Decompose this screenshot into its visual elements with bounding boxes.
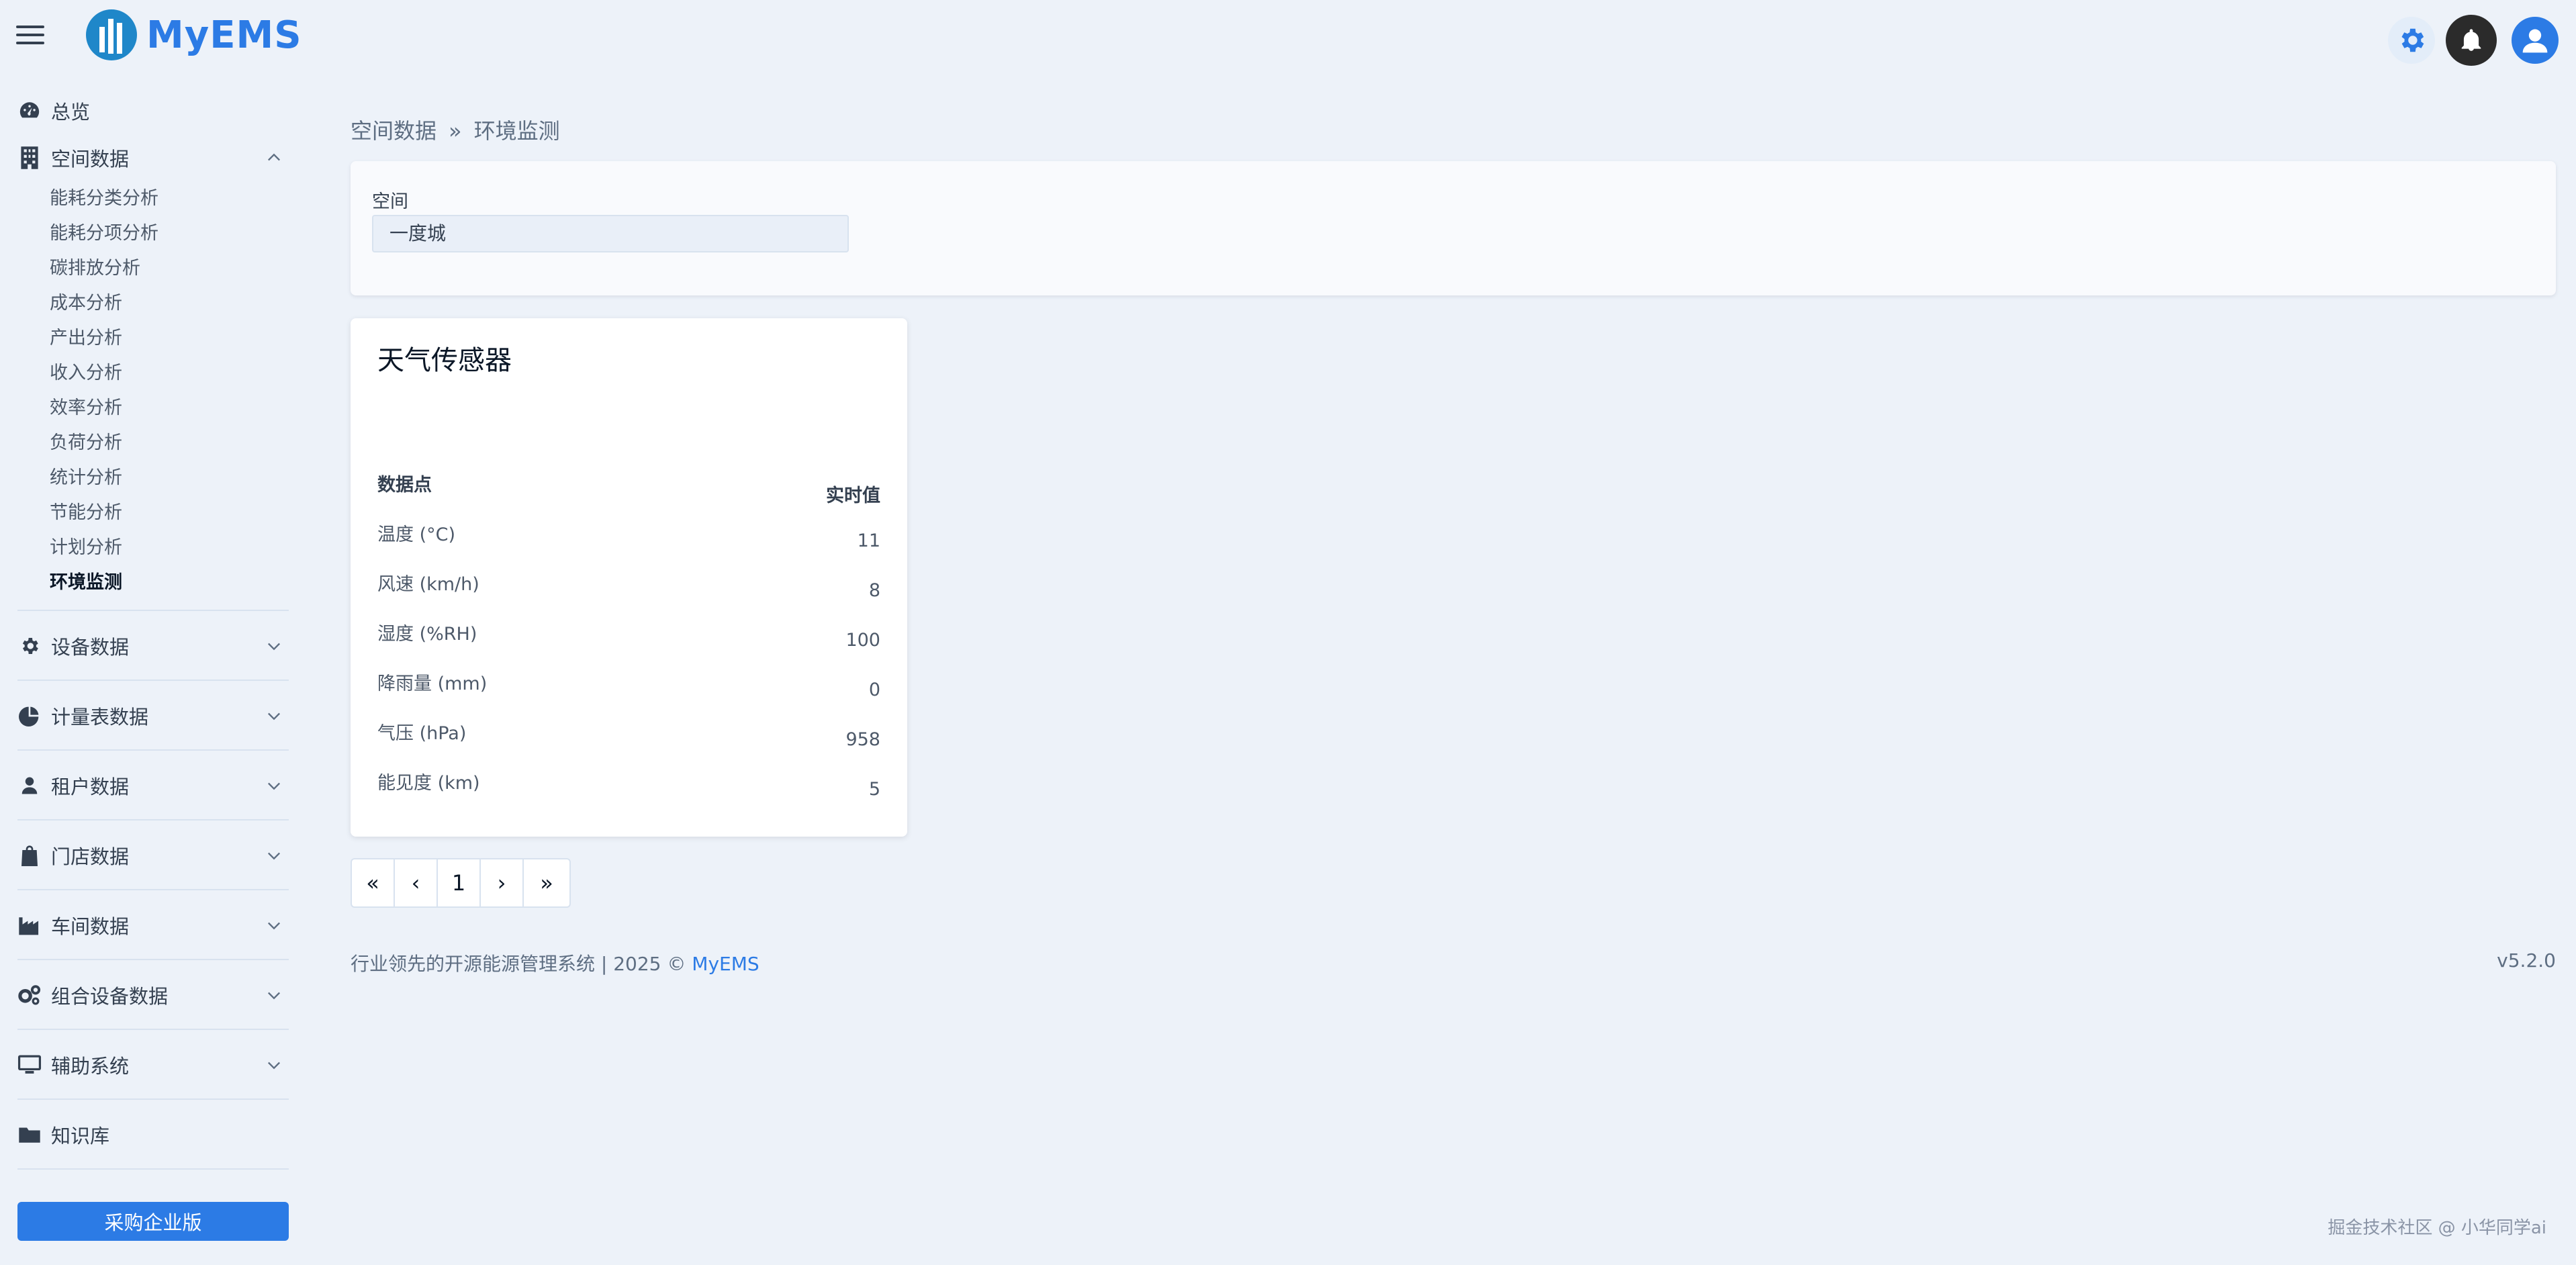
weather-sensor-card: 天气传感器 数据点 实时值 温度 (°C) 11 风速 (km/h) 8 湿度 … xyxy=(351,318,907,837)
sidebar-item-statistics[interactable]: 统计分析 xyxy=(50,461,290,496)
sensor-title: 天气传感器 xyxy=(377,345,512,376)
sidebar: 总览 空间数据 能耗分类分析 能耗分项分析 碳排放分析 成本分析 产出分析 收入… xyxy=(0,87,290,1170)
sidebar-item-cost[interactable]: 成本分析 xyxy=(50,286,290,321)
sidebar-item-environment-monitor[interactable]: 环境监测 xyxy=(50,565,290,600)
chevron-down-icon xyxy=(268,782,280,790)
row-label-rainfall: 降雨量 (mm) xyxy=(377,673,488,694)
footer-copyright: 行业领先的开源能源管理系统 | 2025 © xyxy=(351,953,692,975)
sidebar-item-combined-equipment-data[interactable]: 组合设备数据 xyxy=(0,960,290,1030)
sidebar-item-overview[interactable]: 总览 xyxy=(0,87,290,134)
row-label-wind-speed: 风速 (km/h) xyxy=(377,574,479,595)
shopping-bag-icon xyxy=(17,843,42,868)
breadcrumb-parent[interactable]: 空间数据 xyxy=(351,118,436,144)
sidebar-item-label: 空间数据 xyxy=(51,148,130,171)
sidebar-item-label: 租户数据 xyxy=(51,776,130,798)
space-data-submenu: 能耗分类分析 能耗分项分析 碳排放分析 成本分析 产出分析 收入分析 效率分析 … xyxy=(0,181,290,600)
building-icon xyxy=(17,146,42,170)
row-value-temperature: 11 xyxy=(857,530,880,551)
pagination: « ‹ 1 › » xyxy=(351,858,571,908)
sidebar-item-label: 组合设备数据 xyxy=(51,985,169,1008)
sidebar-item-label: 计量表数据 xyxy=(51,706,149,729)
myems-logo-icon xyxy=(86,9,137,60)
row-label-visibility: 能见度 (km) xyxy=(377,773,480,794)
sidebar-item-label: 设备数据 xyxy=(51,636,130,659)
sidebar-item-income[interactable]: 收入分析 xyxy=(50,356,290,391)
chevron-down-icon xyxy=(268,992,280,1000)
chevron-down-icon xyxy=(268,643,280,651)
sidebar-item-tenant-data[interactable]: 租户数据 xyxy=(0,751,290,821)
breadcrumb-separator: » xyxy=(449,118,462,144)
sidebar-item-saving[interactable]: 节能分析 xyxy=(50,496,290,530)
footer-brand-link[interactable]: MyEMS xyxy=(692,953,759,975)
sidebar-item-label: 车间数据 xyxy=(51,915,130,938)
user-icon xyxy=(2522,29,2548,53)
app-version: v5.2.0 xyxy=(2497,949,2556,972)
breadcrumb: 空间数据 » 环境监测 xyxy=(351,114,560,145)
sidebar-item-plan[interactable]: 计划分析 xyxy=(50,530,290,565)
page-prev-button[interactable]: ‹ xyxy=(394,858,438,908)
industry-icon xyxy=(17,913,42,937)
gear-icon xyxy=(2401,28,2424,52)
row-value-wind-speed: 8 xyxy=(868,580,880,601)
sidebar-item-carbon[interactable]: 碳排放分析 xyxy=(50,251,290,286)
breadcrumb-current: 环境监测 xyxy=(473,118,560,144)
sidebar-item-auxiliary-system[interactable]: 辅助系统 xyxy=(0,1030,290,1100)
sidebar-item-meter-data[interactable]: 计量表数据 xyxy=(0,681,290,751)
page-last-button[interactable]: » xyxy=(522,858,571,908)
sidebar-item-load[interactable]: 负荷分析 xyxy=(50,426,290,461)
page-next-button[interactable]: › xyxy=(479,858,524,908)
sidebar-item-energy-category[interactable]: 能耗分类分析 xyxy=(50,181,290,216)
row-value-rainfall: 0 xyxy=(868,680,880,700)
chevron-up-icon xyxy=(268,153,280,161)
column-header-value: 实时值 xyxy=(826,485,880,506)
space-select[interactable]: 一度城 xyxy=(372,215,849,252)
sidebar-item-workshop-data[interactable]: 车间数据 xyxy=(0,890,290,960)
sidebar-item-label: 门店数据 xyxy=(51,845,130,868)
settings-button[interactable] xyxy=(2388,17,2435,64)
sidebar-item-knowledge-base[interactable]: 知识库 xyxy=(0,1100,290,1170)
sidebar-item-energy-item[interactable]: 能耗分项分析 xyxy=(50,216,290,251)
sidebar-item-label: 知识库 xyxy=(51,1125,110,1147)
sidebar-item-store-data[interactable]: 门店数据 xyxy=(0,821,290,890)
row-label-humidity: 湿度 (%RH) xyxy=(377,624,477,645)
chevron-down-icon xyxy=(268,712,280,720)
column-header-point: 数据点 xyxy=(377,475,432,496)
page-number-button[interactable]: 1 xyxy=(436,858,481,908)
pie-chart-icon xyxy=(17,704,42,728)
filter-card: 空间 一度城 xyxy=(351,161,2556,295)
bell-icon xyxy=(2461,29,2481,51)
menu-toggle-icon[interactable] xyxy=(16,26,44,46)
desktop-icon xyxy=(17,1053,42,1077)
gears-icon xyxy=(17,983,42,1007)
sidebar-item-label: 总览 xyxy=(51,101,91,124)
page-first-button[interactable]: « xyxy=(351,858,395,908)
sidebar-item-equipment-data[interactable]: 设备数据 xyxy=(0,611,290,681)
dashboard-icon xyxy=(17,99,42,123)
gear-icon xyxy=(17,634,42,658)
row-value-pressure: 958 xyxy=(845,729,880,750)
buy-enterprise-button[interactable]: 采购企业版 xyxy=(17,1202,289,1241)
chevron-down-icon xyxy=(268,1062,280,1070)
space-label: 空间 xyxy=(372,191,408,212)
sidebar-item-efficiency[interactable]: 效率分析 xyxy=(50,391,290,426)
notifications-button[interactable] xyxy=(2446,15,2497,66)
app-logo[interactable]: MyEMS xyxy=(85,7,302,63)
folder-icon xyxy=(17,1123,42,1147)
chevron-down-icon xyxy=(268,852,280,860)
row-value-humidity: 100 xyxy=(845,630,880,651)
row-label-temperature: 温度 (°C) xyxy=(377,524,456,545)
app-name: MyEMS xyxy=(146,13,302,57)
user-avatar[interactable] xyxy=(2512,17,2559,64)
user-icon xyxy=(17,774,42,798)
row-value-visibility: 5 xyxy=(868,779,880,800)
row-label-pressure: 气压 (hPa) xyxy=(377,723,467,744)
sidebar-item-space-data[interactable]: 空间数据 xyxy=(0,134,290,181)
chevron-down-icon xyxy=(268,922,280,930)
watermark: 掘金技术社区 @ 小华同学ai xyxy=(2328,1218,2546,1238)
sidebar-item-label: 辅助系统 xyxy=(51,1055,130,1078)
sidebar-item-output[interactable]: 产出分析 xyxy=(50,321,290,356)
footer-text: 行业领先的开源能源管理系统 | 2025 © MyEMS xyxy=(351,949,760,976)
